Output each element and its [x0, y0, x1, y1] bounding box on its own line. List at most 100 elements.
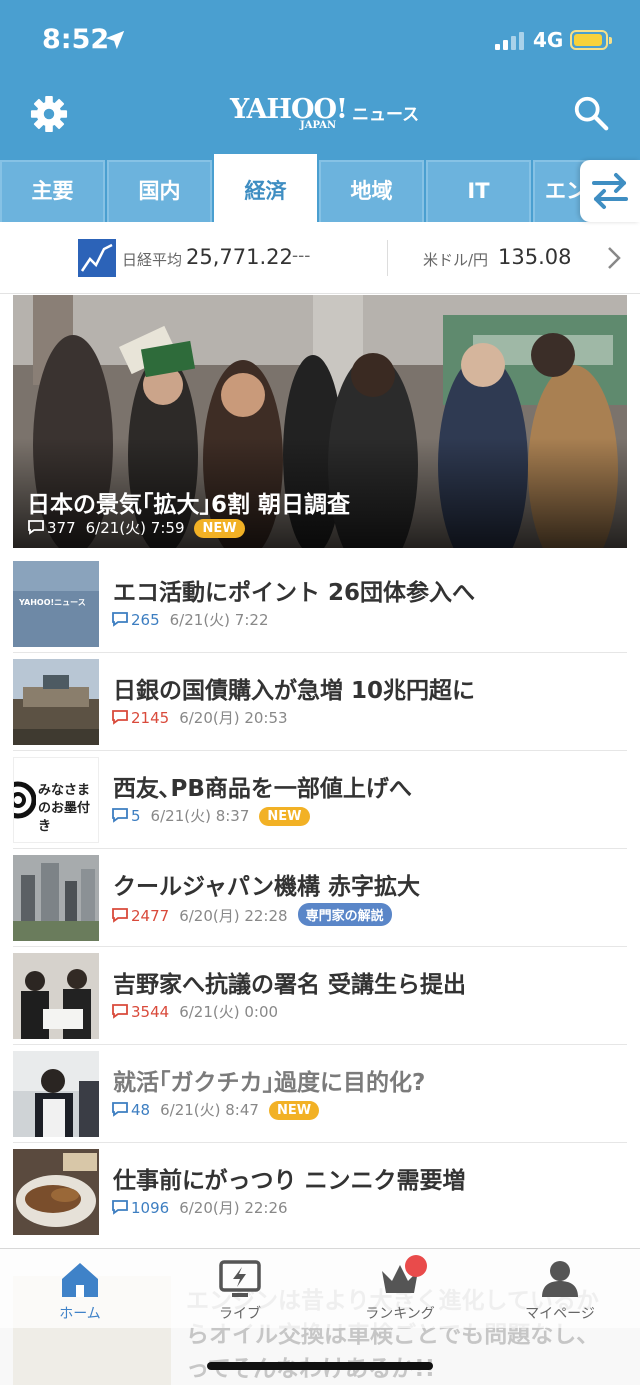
comment-icon	[112, 808, 128, 823]
yahoo-news-logo: YAHOO! JAPAN ニュース	[230, 94, 420, 134]
nikkei-label: 日経平均	[122, 251, 183, 269]
hero-meta: 377 6/21(火) 7:59 NEW	[27, 517, 245, 538]
location-arrow-icon	[105, 30, 125, 50]
tabbar-ranking[interactable]: ランキング	[320, 1249, 480, 1329]
tabbar-live[interactable]: ライブ	[160, 1249, 320, 1329]
article-time: 6/20(月) 22:26	[179, 1199, 288, 1217]
settings-gear-icon[interactable]	[30, 95, 68, 133]
article-thumbnail: YAHOO!ニュース	[13, 561, 99, 647]
nikkei-value: 25,771.22	[186, 245, 293, 269]
article-time: 6/21(火) 0:00	[179, 1003, 279, 1021]
tabbar-mypage-label: マイページ	[525, 1306, 595, 1322]
article-thumbnail	[13, 1051, 99, 1137]
article-thumbnail	[13, 953, 99, 1039]
comment-icon	[112, 1200, 128, 1215]
tabbar-ranking-label: ランキング	[365, 1306, 435, 1322]
comment-count: 2145	[131, 709, 170, 727]
comment-icon	[112, 612, 128, 627]
article-meta: 48 6/21(火) 8:47 NEW	[111, 1099, 320, 1123]
tab-local[interactable]: 地域	[319, 160, 424, 222]
comment-count: 5	[131, 807, 141, 825]
tab-domestic[interactable]: 国内	[107, 160, 212, 222]
thumb-brand-text: みなさまのお墨付き	[38, 783, 91, 834]
bottom-tab-bar: ホーム ライブ ランキング マイページ	[0, 1248, 640, 1328]
market-ticker[interactable]: 日経平均 25,771.22 --- 米ドル/円 135.08	[0, 222, 640, 294]
article-time: 6/21(火) 7:22	[169, 611, 269, 629]
hero-title: 日本の景気｢拡大｣6割 朝日調査	[27, 492, 351, 518]
nikkei-change: ---	[292, 246, 311, 266]
article-time: 6/20(月) 20:53	[179, 709, 288, 727]
article-thumbnail	[13, 855, 99, 941]
network-type: 4G	[533, 28, 564, 52]
home-indicator[interactable]	[207, 1362, 433, 1370]
article-thumbnail	[13, 659, 99, 745]
comment-icon	[112, 1102, 128, 1117]
comment-icon	[112, 710, 128, 725]
tabbar-live-label: ライブ	[219, 1306, 261, 1322]
category-tabs: 主要 国内 経済 地域 IT エン	[0, 154, 640, 222]
article-meta: 3544 6/21(火) 0:00	[111, 1001, 278, 1025]
hero-article[interactable]: 日本の景気｢拡大｣6割 朝日調査 377 6/21(火) 7:59 NEW	[13, 295, 627, 548]
article-time: 6/21(火) 8:47	[160, 1101, 259, 1119]
live-icon	[219, 1260, 261, 1297]
hero-comment-count: 377	[47, 519, 76, 537]
article-title: 日銀の国債購入が急増 10兆円超に	[113, 678, 476, 704]
bank-building-thumb-image	[13, 659, 99, 745]
tabbar-home-label: ホーム	[59, 1306, 101, 1322]
tabbar-mypage[interactable]: マイページ	[480, 1249, 640, 1329]
article-item[interactable]: 吉野家へ抗議の署名 受講生ら提出 3544 6/21(火) 0:00	[13, 947, 627, 1045]
article-item[interactable]: YAHOO!ニュース エコ活動にポイント 26団体参入へ 265 6/21(火) …	[13, 555, 627, 653]
swap-arrows-icon	[592, 173, 628, 209]
usdjpy-label: 米ドル/円	[423, 251, 489, 269]
comment-count: 48	[131, 1101, 151, 1119]
article-meta: 2145 6/20(月) 20:53	[111, 707, 288, 731]
article-item[interactable]: クールジャパン機構 赤字拡大 2477 6/20(月) 22:28 専門家の解説	[13, 849, 627, 947]
article-thumbnail: みなさまのお墨付き	[13, 757, 99, 843]
home-icon	[62, 1263, 98, 1297]
article-meta: 5 6/21(火) 8:37 NEW	[111, 805, 310, 829]
logo-japan-text: JAPAN	[300, 120, 337, 131]
hero-time: 6/21(火) 7:59	[85, 519, 185, 537]
job-hunting-thumb-image	[13, 1051, 99, 1137]
tabbar-home[interactable]: ホーム	[0, 1249, 160, 1329]
tab-switch-button[interactable]	[580, 160, 640, 222]
article-item[interactable]: 仕事前にがっつり ニンニク需要増 1096 6/20(月) 22:26	[13, 1143, 627, 1241]
article-meta: 265 6/21(火) 7:22	[111, 609, 268, 633]
battery-icon	[570, 30, 612, 50]
seiyu-logo-mark-image	[14, 781, 36, 819]
thumb-logo-text: YAHOO!ニュース	[19, 598, 86, 607]
person-icon	[542, 1261, 578, 1297]
usdjpy-value: 135.08	[498, 245, 572, 269]
signal-icon	[495, 32, 524, 50]
comment-count: 2477	[131, 907, 170, 925]
comment-icon	[112, 1004, 128, 1019]
tab-economy[interactable]: 経済	[214, 154, 317, 222]
comment-icon	[112, 908, 128, 923]
market-divider	[387, 240, 388, 276]
article-item[interactable]: みなさまのお墨付き 西友､PB商品を一部値上げへ 5 6/21(火) 8:37 NE…	[13, 751, 627, 849]
new-badge: NEW	[259, 807, 310, 826]
city-skyline-thumb-image	[13, 855, 99, 941]
garlic-dish-thumb-image	[13, 1149, 99, 1235]
article-title: 就活｢ガクチカ｣過度に目的化?	[113, 1070, 426, 1096]
tab-it[interactable]: IT	[426, 160, 531, 222]
article-meta: 1096 6/20(月) 22:26	[111, 1197, 288, 1221]
article-item[interactable]: 日銀の国債購入が急増 10兆円超に 2145 6/20(月) 20:53	[13, 653, 627, 751]
article-thumbnail	[13, 1149, 99, 1235]
status-time: 8:52	[42, 24, 110, 55]
new-badge: NEW	[194, 519, 245, 538]
chevron-right-icon[interactable]	[605, 246, 623, 270]
article-item[interactable]: 就活｢ガクチカ｣過度に目的化? 48 6/21(火) 8:47 NEW	[13, 1045, 627, 1143]
article-title: 吉野家へ抗議の署名 受講生ら提出	[113, 972, 467, 998]
search-icon[interactable]	[572, 94, 610, 132]
comment-icon	[28, 520, 44, 535]
logo-news-text: ニュース	[352, 105, 420, 125]
tab-main[interactable]: 主要	[0, 160, 105, 222]
comment-count: 1096	[131, 1199, 170, 1217]
comment-count: 265	[131, 611, 160, 629]
article-title: 仕事前にがっつり ニンニク需要増	[113, 1168, 466, 1194]
article-meta: 2477 6/20(月) 22:28 専門家の解説	[111, 903, 392, 927]
press-conference-thumb-image	[13, 953, 99, 1039]
article-title: クールジャパン機構 赤字拡大	[113, 874, 421, 900]
article-title: エコ活動にポイント 26団体参入へ	[113, 580, 476, 606]
